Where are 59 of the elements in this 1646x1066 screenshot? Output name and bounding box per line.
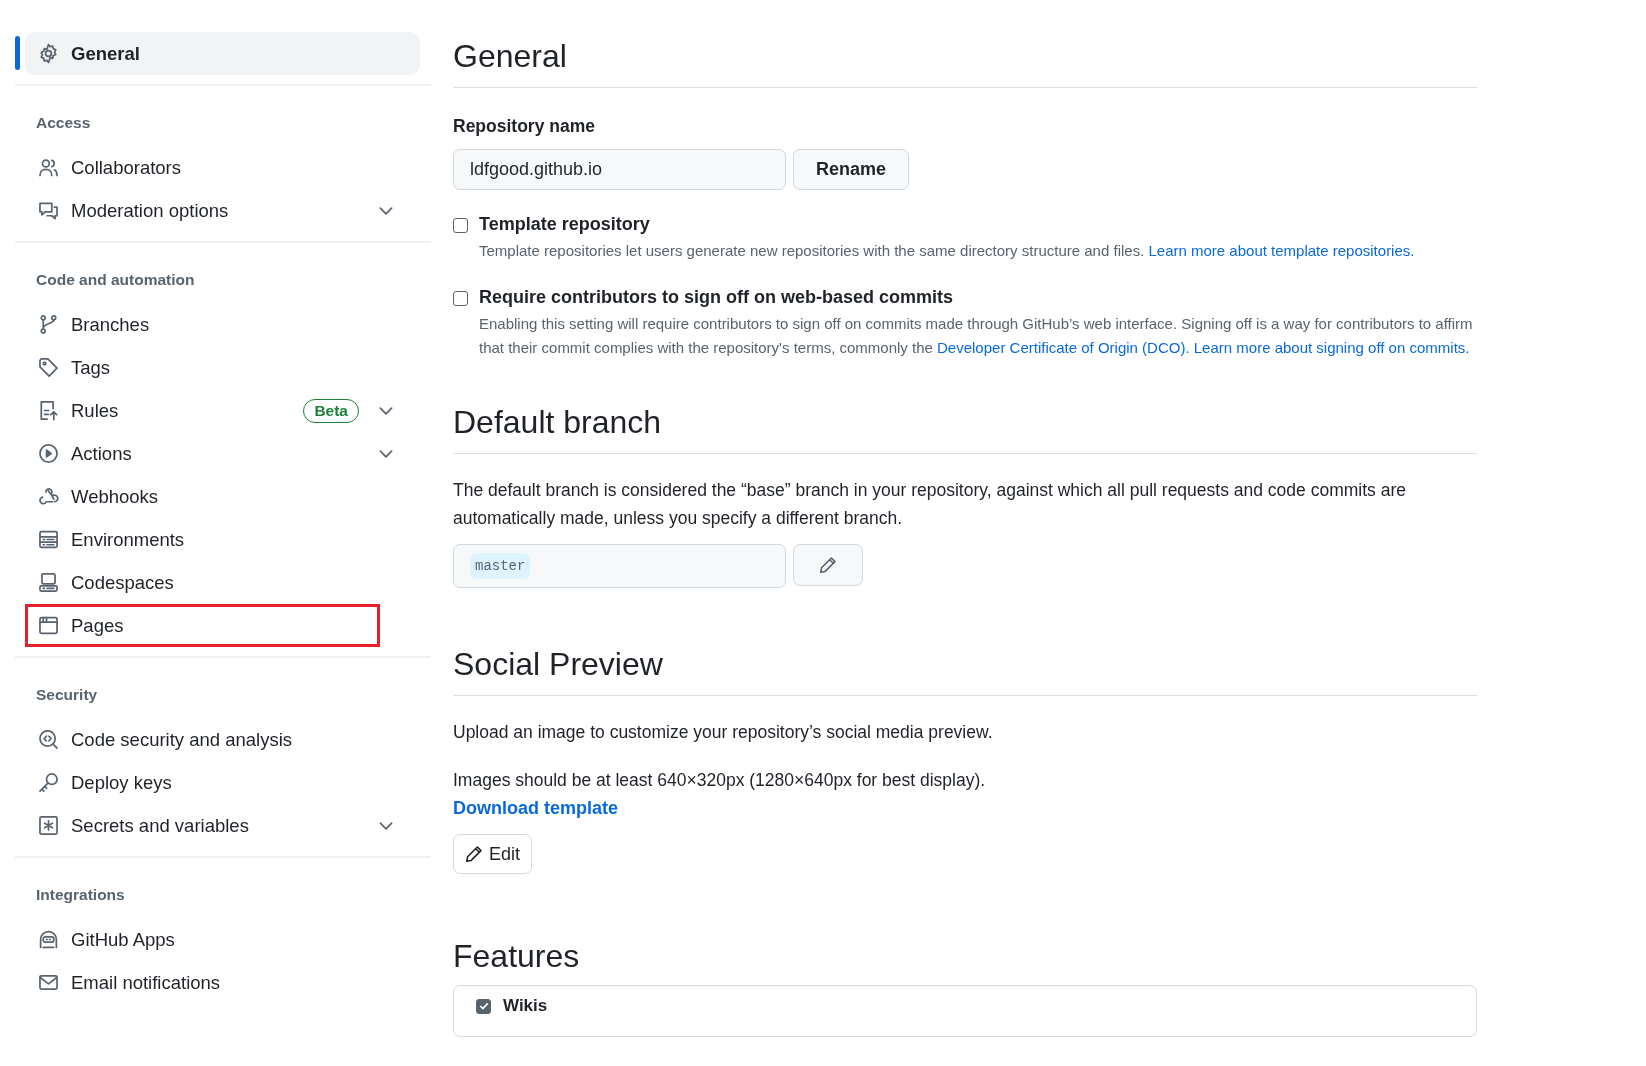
checkbox[interactable]	[476, 998, 491, 1014]
section-heading: Security	[35, 685, 99, 705]
option-label: Template repository	[479, 214, 651, 235]
section-title: General	[453, 38, 1477, 88]
branch-icon	[38, 314, 59, 335]
sidebar-item[interactable]: General	[25, 32, 420, 75]
checkbox[interactable]	[453, 291, 468, 306]
sidebar-item[interactable]: Rules Beta	[25, 389, 420, 432]
section-title: Features	[453, 938, 581, 976]
description-text: Upload an image to customize your repository’s social media preview.	[453, 721, 994, 744]
sidebar-item[interactable]: Secrets and variables	[25, 804, 420, 847]
tag-icon	[38, 357, 59, 378]
edit-button[interactable]: Edit	[453, 834, 533, 874]
repository-name-field[interactable]: ldfgood.github.io	[453, 149, 786, 190]
sidebar-item[interactable]: Code security and analysis	[25, 718, 420, 761]
branch-name: master	[470, 553, 531, 579]
comment-icon	[38, 200, 59, 221]
option-description: Enabling this setting will require contributors to sign off on commits made through GitHub’s web interface. Signing off is a way for contributors to affirm that their commit complies with the repository's terms, commonly the Developer Certificate of Origin (DCO). Learn more about signing off on commits.	[479, 314, 1474, 358]
sidebar-item[interactable]: Pages	[25, 604, 380, 647]
section-heading: Access	[35, 113, 92, 133]
edit-branch-button[interactable]	[793, 544, 863, 586]
sidebar-item[interactable]: Webhooks	[25, 475, 420, 518]
learn-more-link[interactable]: Learn more about signing off on commits.	[1193, 339, 1470, 356]
section-title: Default branch	[453, 404, 1477, 454]
default-branch-field[interactable]: master	[453, 544, 786, 588]
browser-icon	[38, 615, 59, 636]
option-label: Wikis	[503, 996, 548, 1016]
sidebar-item[interactable]: Branches	[25, 303, 420, 346]
section-heading: Code and automation	[35, 270, 196, 290]
sidebar-item[interactable]: Deploy keys	[25, 761, 420, 804]
learn-more-link[interactable]: Developer Certificate of Origin (DCO).	[937, 339, 1190, 356]
mail-icon	[38, 972, 59, 993]
sidebar-item[interactable]: Actions	[25, 432, 420, 475]
sidebar-item[interactable]: Moderation options	[25, 189, 420, 232]
section-title: Social Preview	[453, 646, 1477, 696]
size-note: Images should be at least 640×320px (1280×640px for best display).	[453, 769, 987, 792]
sidebar-item[interactable]: GitHub Apps	[25, 918, 420, 961]
sidebar-item[interactable]: Collaborators	[25, 146, 420, 189]
people-icon	[38, 157, 59, 178]
description-text: The default branch is considered the “base” branch in your repository, against which all pull requests and code commits are automatically made, unless you specify a different branch.	[453, 479, 1407, 530]
rename-button[interactable]: Rename	[793, 149, 910, 190]
sidebar-item[interactable]: Codespaces	[25, 561, 420, 604]
pencil-icon	[465, 845, 483, 863]
field-label: Repository name	[453, 116, 596, 137]
download-template-link[interactable]: Download template	[453, 798, 618, 819]
learn-more-link[interactable]: Learn more about template repositories.	[1148, 242, 1415, 259]
gear-icon	[38, 43, 59, 64]
sidebar-item[interactable]: Email notifications	[25, 961, 420, 1004]
section-heading: Integrations	[35, 885, 126, 905]
sidebar-item[interactable]: Environments	[25, 518, 420, 561]
checkbox[interactable]	[453, 218, 468, 233]
key-icon	[38, 772, 59, 793]
codespace-icon	[38, 572, 59, 593]
pencil-icon	[819, 556, 837, 574]
option-description: Template repositories let users generate new repositories with the same directory structure and files. Learn more about template repositories.	[479, 241, 1415, 261]
option-label: Require contributors to sign off on web-based commits	[479, 287, 955, 308]
rules-icon	[38, 400, 59, 421]
sidebar-item[interactable]: Tags	[25, 346, 420, 389]
play-icon	[38, 443, 59, 464]
